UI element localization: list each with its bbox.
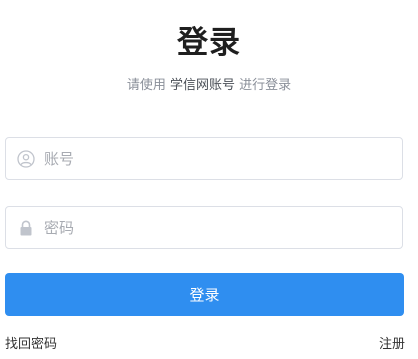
account-field[interactable] bbox=[5, 137, 403, 180]
login-page: 登录 请使用 学信网账号 进行登录 登录 找回密码 注册 bbox=[0, 0, 418, 359]
login-button[interactable]: 登录 bbox=[5, 273, 404, 316]
page-title: 登录 bbox=[177, 25, 241, 61]
forgot-password-link[interactable]: 找回密码 bbox=[5, 336, 57, 354]
subtitle-prefix: 请使用 bbox=[126, 78, 166, 93]
register-link[interactable]: 注册 bbox=[379, 336, 405, 354]
subtitle-highlight: 学信网账号 bbox=[169, 78, 235, 93]
password-field[interactable] bbox=[5, 206, 403, 249]
subtitle-suffix: 进行登录 bbox=[239, 78, 292, 93]
user-icon bbox=[17, 150, 35, 168]
password-input[interactable] bbox=[44, 207, 394, 248]
page-subtitle: 请使用 学信网账号 进行登录 bbox=[0, 77, 418, 95]
account-input[interactable] bbox=[44, 138, 394, 179]
lock-icon bbox=[17, 219, 35, 237]
